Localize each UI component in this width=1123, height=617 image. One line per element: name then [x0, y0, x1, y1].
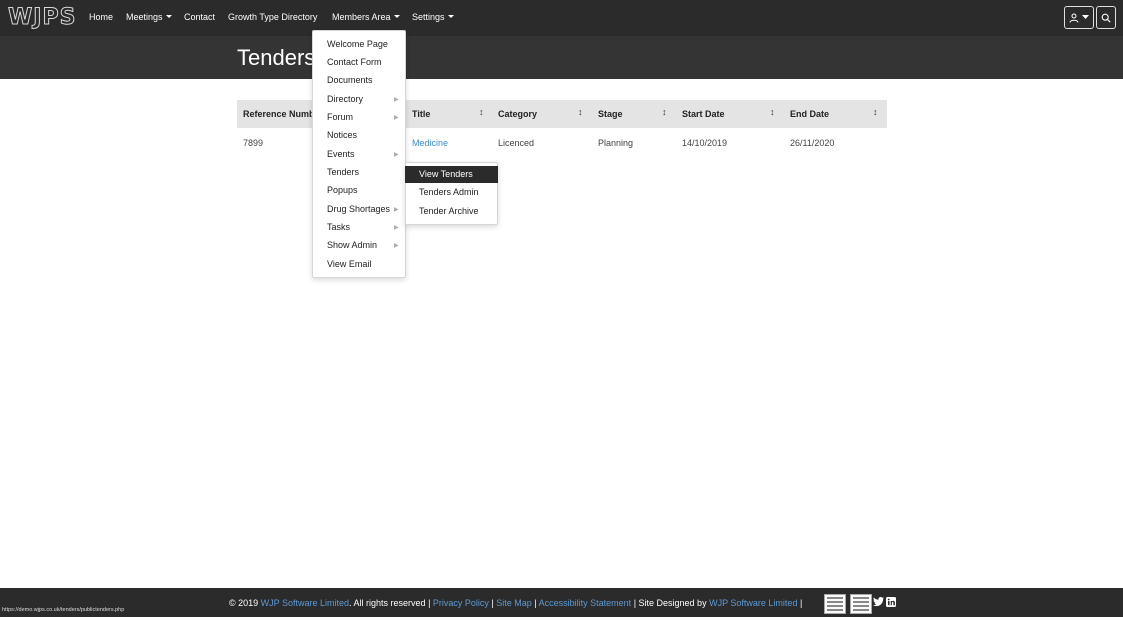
column-header-stage[interactable]: Stage: [598, 109, 623, 119]
cell-start-date: 14/10/2019: [682, 138, 728, 148]
footer-designer-link[interactable]: WJP Software Limited: [709, 598, 797, 608]
footer-designed-by: | Site Designed by: [631, 598, 710, 608]
footer-separator: |: [531, 598, 539, 608]
menu-item-view-email[interactable]: View Email: [327, 259, 371, 270]
twitter-icon[interactable]: [873, 597, 884, 607]
nav-meetings[interactable]: Meetings: [126, 11, 172, 23]
menu-item-directory[interactable]: Directory: [327, 94, 363, 105]
footer-rights: . All rights reserved |: [349, 598, 433, 608]
sort-icon[interactable]: ↕: [770, 107, 775, 117]
certification-badge: [850, 594, 872, 614]
column-header-title[interactable]: Title: [412, 109, 430, 119]
column-header-end-date[interactable]: End Date: [790, 109, 829, 119]
menu-item-drug-shortages[interactable]: Drug Shortages: [327, 204, 390, 215]
nav-members-area[interactable]: Members Area: [332, 11, 400, 23]
chevron-right-icon: ▶: [394, 152, 399, 158]
chevron-right-icon: ▶: [394, 207, 399, 213]
sort-icon[interactable]: ↕: [578, 107, 583, 117]
cell-reference: 7899: [243, 138, 264, 148]
cell-stage: Planning: [598, 138, 634, 148]
footer-privacy-link[interactable]: Privacy Policy: [433, 598, 489, 608]
column-header-category[interactable]: Category: [498, 109, 537, 119]
sort-icon[interactable]: ↕: [873, 107, 878, 117]
sort-icon[interactable]: ↕: [662, 107, 667, 117]
nav-growth-type-directory[interactable]: Growth Type Directory: [228, 11, 317, 23]
chevron-right-icon: ▶: [394, 115, 399, 121]
page-title: Tenders: [237, 45, 316, 70]
search-icon: [1101, 13, 1111, 23]
user-menu-button[interactable]: [1064, 6, 1094, 29]
menu-item-popups[interactable]: Popups: [327, 185, 358, 196]
menu-item-events[interactable]: Events: [327, 149, 355, 160]
footer-sitemap-link[interactable]: Site Map: [496, 598, 532, 608]
column-header-start-date[interactable]: Start Date: [682, 109, 725, 119]
page-header-band: [0, 36, 1123, 79]
user-icon: [1069, 13, 1079, 23]
linkedin-icon[interactable]: [886, 597, 896, 607]
menu-item-tenders[interactable]: Tenders: [327, 167, 359, 178]
menu-item-tasks[interactable]: Tasks: [327, 222, 350, 233]
footer-separator: |: [797, 598, 803, 608]
sort-icon[interactable]: ↕: [479, 107, 484, 117]
site-logo[interactable]: WJPS: [7, 5, 76, 30]
menu-item-contact-form[interactable]: Contact Form: [327, 57, 382, 68]
certification-badge: [824, 594, 846, 614]
cell-end-date: 26/11/2020: [790, 138, 835, 148]
nav-home[interactable]: Home: [89, 11, 113, 23]
menu-item-notices[interactable]: Notices: [327, 130, 357, 141]
nav-settings[interactable]: Settings: [412, 11, 454, 23]
status-bar-url: https://demo.wjps.co.uk/tenders/publicte…: [2, 607, 125, 613]
chevron-right-icon: ▶: [394, 243, 399, 249]
column-header-reference[interactable]: Reference Numb: [243, 109, 315, 119]
chevron-right-icon: ▶: [394, 97, 399, 103]
nav-contact[interactable]: Contact: [184, 11, 215, 23]
menu-item-welcome-page[interactable]: Welcome Page: [327, 39, 388, 50]
footer-text: © 2019 WJP Software Limited. All rights …: [229, 598, 802, 608]
cell-title-link[interactable]: Medicine: [412, 138, 448, 148]
submenu-item-tender-archive[interactable]: Tender Archive: [419, 206, 479, 217]
submenu-item-view-tenders[interactable]: View Tenders: [419, 169, 473, 180]
footer-copyright: © 2019: [229, 598, 261, 608]
menu-item-show-admin[interactable]: Show Admin: [327, 240, 377, 251]
chevron-right-icon: ▶: [394, 225, 399, 231]
footer-company-link[interactable]: WJP Software Limited: [261, 598, 349, 608]
caret-down-icon: [1082, 15, 1089, 19]
submenu-item-tenders-admin[interactable]: Tenders Admin: [419, 187, 479, 198]
menu-item-documents[interactable]: Documents: [327, 75, 373, 86]
menu-item-forum[interactable]: Forum: [327, 112, 353, 123]
search-button[interactable]: [1096, 6, 1116, 29]
cell-category: Licenced: [498, 138, 535, 148]
footer-accessibility-link[interactable]: Accessibility Statement: [539, 598, 632, 608]
